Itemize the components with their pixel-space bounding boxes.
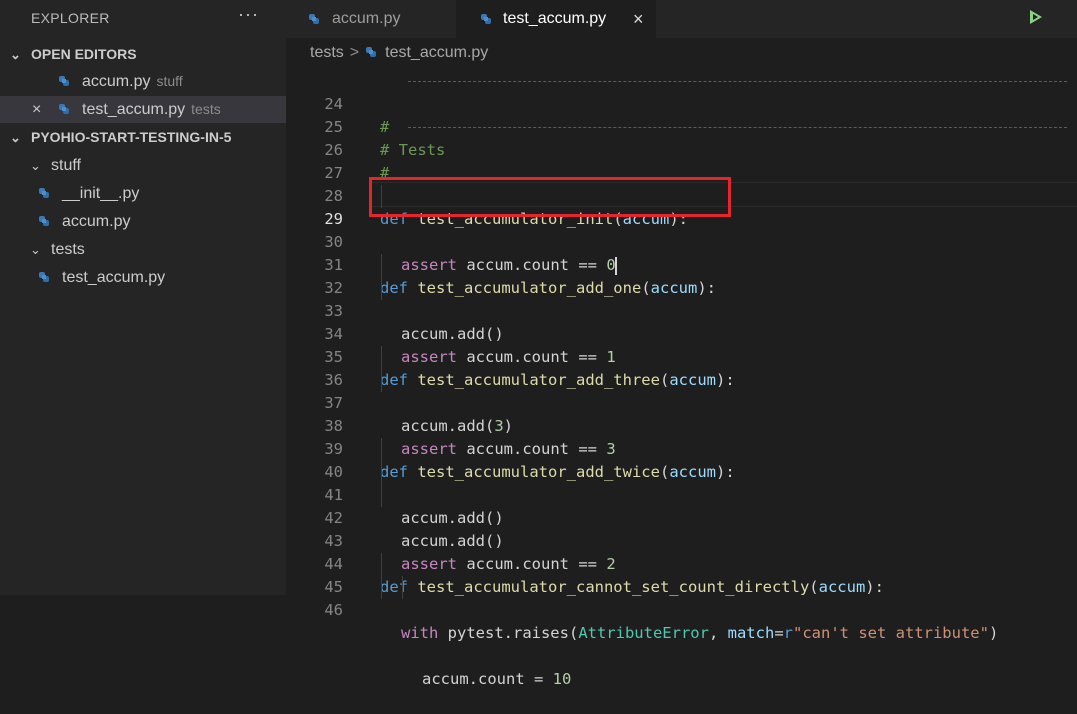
- explorer-title: EXPLORER: [31, 10, 110, 26]
- tree-file-item[interactable]: accum.py: [0, 208, 286, 235]
- comment-rule: [408, 127, 1067, 128]
- python-icon: [59, 104, 69, 114]
- indent-guide: [381, 277, 382, 300]
- code-line: 46 accum.count = 10: [286, 576, 1077, 688]
- comment-rule: [408, 81, 1067, 82]
- code-line: 33 assert accum.count == 1: [286, 277, 1077, 366]
- code-line: 34: [286, 300, 1077, 343]
- open-editors-section[interactable]: ⌄ OPEN EDITORS: [0, 41, 286, 68]
- python-icon: [39, 272, 49, 282]
- code-line: 45 with pytest.raises(AttributeError, ma…: [286, 553, 1077, 642]
- breadcrumb: tests > test_accum.py: [310, 38, 488, 68]
- breadcrumb-separator: >: [349, 44, 360, 61]
- code-line: 43: [286, 507, 1077, 550]
- code-line: 32 accum.add(): [286, 254, 1077, 343]
- file-folder-desc: tests: [191, 101, 221, 117]
- python-icon: [309, 14, 319, 24]
- code-line: 35 def test_accumulator_add_three(accum)…: [286, 323, 1077, 389]
- code-editor[interactable]: 24 # 25 # Tests 26 # 27 28 def test_accu…: [286, 70, 1077, 688]
- python-icon: [39, 188, 49, 198]
- open-editor-item-active[interactable]: × test_accum.py tests: [0, 96, 286, 123]
- code-line: 26 #: [286, 116, 1077, 182]
- file-name: accum.py: [82, 73, 151, 90]
- code-line: 27: [286, 139, 1077, 182]
- indent-guide: [381, 576, 382, 599]
- code-text: accum.count = 10: [422, 670, 572, 688]
- code-line: 36 accum.add(3): [286, 346, 1077, 435]
- line-number: 46: [324, 601, 343, 619]
- tab-label: accum.py: [332, 10, 401, 27]
- code-line: 38: [286, 392, 1077, 435]
- indent-guide: [381, 461, 382, 484]
- close-icon[interactable]: ×: [32, 96, 41, 123]
- more-actions-icon[interactable]: ···: [238, 4, 259, 25]
- play-icon-inner: [1033, 14, 1038, 20]
- tree-file-item[interactable]: test_accum.py: [0, 264, 286, 291]
- folder-name: stuff: [51, 157, 81, 174]
- project-section[interactable]: ⌄ PYOHIO-START-TESTING-IN-5: [0, 124, 286, 151]
- code-line: 40 accum.add(): [286, 438, 1077, 527]
- file-name: __init__.py: [62, 185, 140, 202]
- close-icon[interactable]: ×: [633, 0, 644, 38]
- tab-accum-py[interactable]: accum.py: [286, 0, 456, 38]
- code-line: 24 #: [286, 70, 1077, 136]
- python-icon: [59, 76, 69, 86]
- indent-guide: [381, 254, 382, 277]
- breadcrumb-folder[interactable]: tests: [310, 44, 344, 61]
- file-folder-desc: stuff: [156, 73, 183, 89]
- folder-stuff[interactable]: ⌄ stuff: [0, 152, 286, 179]
- indent-guide: [381, 346, 382, 369]
- code-line: 44 def test_accumulator_cannot_set_count…: [286, 530, 1077, 596]
- chevron-down-icon: ⌄: [10, 130, 21, 145]
- python-icon: [39, 216, 49, 226]
- breadcrumb-file[interactable]: test_accum.py: [385, 44, 488, 61]
- chevron-down-icon: ⌄: [30, 158, 41, 173]
- file-name: accum.py: [62, 213, 131, 230]
- python-icon: [481, 14, 491, 24]
- tab-test-accum-py[interactable]: test_accum.py ×: [456, 0, 656, 38]
- indent-guide: [381, 553, 382, 576]
- code-line: 37 assert accum.count == 3: [286, 369, 1077, 458]
- explorer-sidebar: EXPLORER ··· ⌄ OPEN EDITORS accum.py stuf…: [0, 0, 286, 595]
- file-name: test_accum.py: [82, 101, 186, 118]
- indent-guide: [402, 576, 403, 599]
- code-line: 39 def test_accumulator_add_twice(accum)…: [286, 415, 1077, 481]
- chevron-down-icon: ⌄: [30, 242, 41, 257]
- open-editor-item[interactable]: accum.py stuff: [0, 68, 286, 95]
- annotation-highlight-box: [369, 177, 731, 217]
- indent-guide: [381, 369, 382, 392]
- tab-label: test_accum.py: [503, 10, 607, 27]
- project-label: PYOHIO-START-TESTING-IN-5: [31, 129, 232, 145]
- folder-tests[interactable]: ⌄ tests: [0, 236, 286, 263]
- code-text: with pytest.raises(AttributeError, match…: [401, 624, 999, 642]
- code-line: 31 def test_accumulator_add_one(accum):: [286, 231, 1077, 297]
- tree-file-item[interactable]: __init__.py: [0, 180, 286, 207]
- python-icon: [366, 47, 377, 57]
- editor-tab-bar: accum.py test_accum.py ×: [286, 0, 1077, 38]
- chevron-down-icon: ⌄: [10, 47, 21, 62]
- folder-name: tests: [51, 241, 85, 258]
- code-line: 41 accum.add(): [286, 461, 1077, 550]
- file-name: test_accum.py: [62, 269, 166, 286]
- indent-guide: [381, 438, 382, 461]
- indent-guide: [381, 484, 382, 507]
- code-line: 42 assert accum.count == 2: [286, 484, 1077, 573]
- open-editors-label: OPEN EDITORS: [31, 46, 137, 62]
- code-line: 25 # Tests: [286, 93, 1077, 159]
